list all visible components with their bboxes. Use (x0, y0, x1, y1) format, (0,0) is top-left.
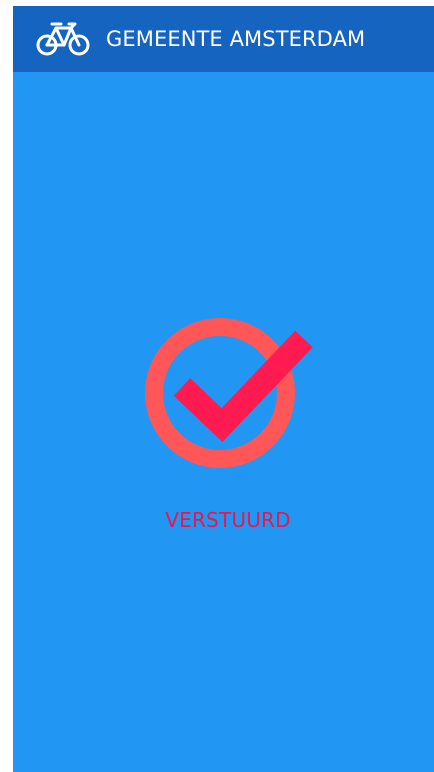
app-screen: GEMEENTE AMSTERDAM VERSTUURD (13, 6, 434, 772)
app-bar: GEMEENTE AMSTERDAM (13, 6, 434, 72)
bicycle-icon (36, 22, 90, 56)
status-text: VERSTUURD (165, 508, 291, 532)
app-title: GEMEENTE AMSTERDAM (106, 27, 366, 51)
check-circle-icon (145, 318, 313, 468)
confirmation-panel: VERSTUURD (13, 72, 434, 772)
